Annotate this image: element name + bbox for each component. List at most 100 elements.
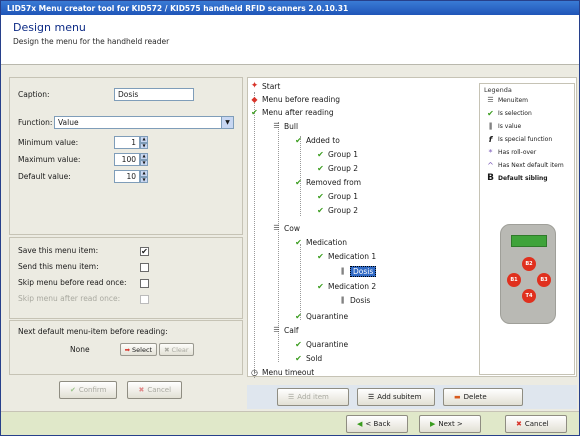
skip-before-label: Skip menu before read once:	[18, 278, 127, 287]
tree-item-label: Group 1	[328, 192, 358, 201]
tree-item-medication[interactable]: ✔ Medication	[294, 238, 347, 247]
wizard-footer: ◀ < Back ▶ Next > ✖ Cancel	[1, 411, 579, 435]
legend-item: f Is special function	[486, 135, 552, 144]
tree-item-label: Menu before reading	[262, 95, 340, 104]
legend-item: B Default sibling	[486, 174, 548, 183]
down-arrow-icon[interactable]: ▼	[140, 159, 148, 166]
tree-item-start[interactable]: ✦ Start	[250, 82, 281, 92]
tree-item-group2[interactable]: ✔ Group 2	[316, 164, 358, 173]
select-button[interactable]: ➡ Select	[119, 343, 158, 356]
legend-label: Has roll-over	[498, 149, 537, 156]
next-button[interactable]: ▶ Next >	[419, 415, 481, 433]
save-row: Save this menu item:	[18, 246, 98, 255]
tree-item-medication2[interactable]: ✔ Medication 2	[316, 282, 376, 291]
tree-item-menu-before[interactable]: ◆ Menu before reading	[250, 95, 340, 104]
tree-item-added-to[interactable]: ✔ Added to	[294, 136, 340, 145]
select-button-label: Select	[132, 345, 153, 354]
page-header: Design menu Design the menu for the hand…	[1, 15, 579, 65]
menuitem-icon: ☰	[487, 96, 494, 104]
chevron-down-icon[interactable]: ▼	[221, 117, 233, 128]
next-default-value-row: None ➡ Select ✖ Clear	[70, 343, 194, 356]
next-label: Next >	[438, 420, 463, 428]
clock-icon: ◷	[251, 368, 258, 377]
tree-item-sold[interactable]: ✔ Sold	[294, 354, 322, 363]
tree-line	[300, 136, 301, 216]
checkmark-icon: ✔	[487, 109, 494, 118]
send-checkbox[interactable]	[140, 263, 149, 272]
confirm-label: Confirm	[78, 386, 107, 394]
delete-button[interactable]: ▬ Delete	[443, 388, 523, 406]
tree-item-label: Group 1	[328, 150, 358, 159]
default-row: Default value: 10 ▲ ▼	[18, 170, 148, 183]
max-input[interactable]: 100	[114, 153, 140, 166]
tree-item-label: Medication	[306, 238, 348, 247]
next-default-row: Next default menu-item before reading:	[18, 327, 168, 336]
checkmark-icon: ✔	[295, 312, 302, 321]
tree-item-dosis-selected[interactable]: ‖ Dosis	[338, 266, 377, 277]
tree-item-group2[interactable]: ✔ Group 2	[316, 206, 358, 215]
next-default-group: Next default menu-item before reading: N…	[9, 320, 243, 375]
down-arrow-icon[interactable]: ▼	[140, 142, 148, 149]
tree-line	[254, 92, 255, 378]
max-label: Maximum value:	[18, 155, 81, 164]
legend-label: Is value	[498, 123, 522, 130]
add-subitem-button[interactable]: ☰ Add subitem	[357, 388, 435, 406]
tree-item-label: Calf	[284, 326, 299, 335]
flag-icon: ◆	[251, 95, 258, 104]
legend-item: ‖ Is value	[486, 122, 521, 131]
cancel-label: Cancel	[524, 420, 549, 428]
default-stepper[interactable]: 10 ▲ ▼	[114, 170, 148, 183]
skip-after-checkbox	[140, 295, 149, 304]
legend-item: ☰ Menuitem	[486, 96, 528, 105]
tree-item-calf[interactable]: ☰ Calf	[272, 326, 299, 335]
back-button[interactable]: ◀ < Back	[346, 415, 408, 433]
caption-input[interactable]: Dosis	[114, 88, 194, 101]
checkmark-icon: ✔	[295, 340, 302, 349]
next-default-label: Next default menu-item before reading:	[18, 327, 168, 336]
add-item-button: ☰ Add item	[277, 388, 349, 406]
tree-item-menu-after[interactable]: ✔ Menu after reading	[250, 108, 333, 117]
tree-item-dosis[interactable]: ‖ Dosis	[338, 296, 371, 305]
checkmark-icon: ✔	[317, 282, 324, 291]
max-stepper[interactable]: 100 ▲ ▼	[114, 153, 148, 166]
value-icon: ‖	[488, 122, 493, 130]
tree-item-cow[interactable]: ☰ Cow	[272, 224, 300, 233]
function-icon: f	[488, 135, 493, 144]
checkmark-icon: ✔	[70, 386, 76, 394]
tree-item-label: Dosis	[350, 296, 371, 305]
legend-label: Is selection	[498, 110, 532, 117]
checkmark-icon: ✔	[317, 150, 324, 159]
window-title: LID57x Menu creator tool for KID572 / KI…	[1, 1, 579, 15]
save-checkbox[interactable]: ✔	[140, 247, 149, 256]
min-input[interactable]: 1	[114, 136, 140, 149]
tree-item-quarantine[interactable]: ✔ Quarantine	[294, 312, 348, 321]
tree-item-removed-from[interactable]: ✔ Removed from	[294, 178, 361, 187]
default-sibling-icon: B	[487, 173, 494, 183]
function-select[interactable]: Value ▼	[54, 116, 234, 129]
close-icon: ✖	[516, 420, 522, 428]
caption-label: Caption:	[18, 90, 50, 99]
min-stepper[interactable]: 1 ▲ ▼	[114, 136, 148, 149]
tree-item-group1[interactable]: ✔ Group 1	[316, 192, 358, 201]
checkmark-icon: ✔	[317, 192, 324, 201]
tree-item-bull[interactable]: ☰ Bull	[272, 122, 298, 131]
legend-item: ^ Has Next default item	[486, 161, 564, 170]
tree-item-label: Quarantine	[306, 340, 349, 349]
value-icon: ‖	[340, 267, 345, 275]
checkmark-icon: ✔	[317, 164, 324, 173]
checkmark-icon: ✔	[251, 108, 258, 117]
tree-item-quarantine[interactable]: ✔ Quarantine	[294, 340, 348, 349]
cancel-button[interactable]: ✖ Cancel	[505, 415, 567, 433]
main-window: LID57x Menu creator tool for KID572 / KI…	[0, 0, 580, 436]
default-input[interactable]: 10	[114, 170, 140, 183]
legend-panel: Legenda ☰ Menuitem ✔ Is selection ‖ Is valu…	[479, 83, 575, 375]
down-arrow-icon[interactable]: ▼	[140, 176, 148, 183]
tree-item-medication1[interactable]: ✔ Medication 1	[316, 252, 376, 261]
menuitem-icon: ☰	[273, 122, 280, 130]
tree-item-group1[interactable]: ✔ Group 1	[316, 150, 358, 159]
skip-before-checkbox[interactable]	[140, 279, 149, 288]
tree-item-menu-timeout[interactable]: ◷ Menu timeout	[250, 368, 314, 377]
tree-item-label: Added to	[306, 136, 340, 145]
tree-item-label: Group 2	[328, 206, 358, 215]
save-label: Save this menu item:	[18, 246, 99, 255]
